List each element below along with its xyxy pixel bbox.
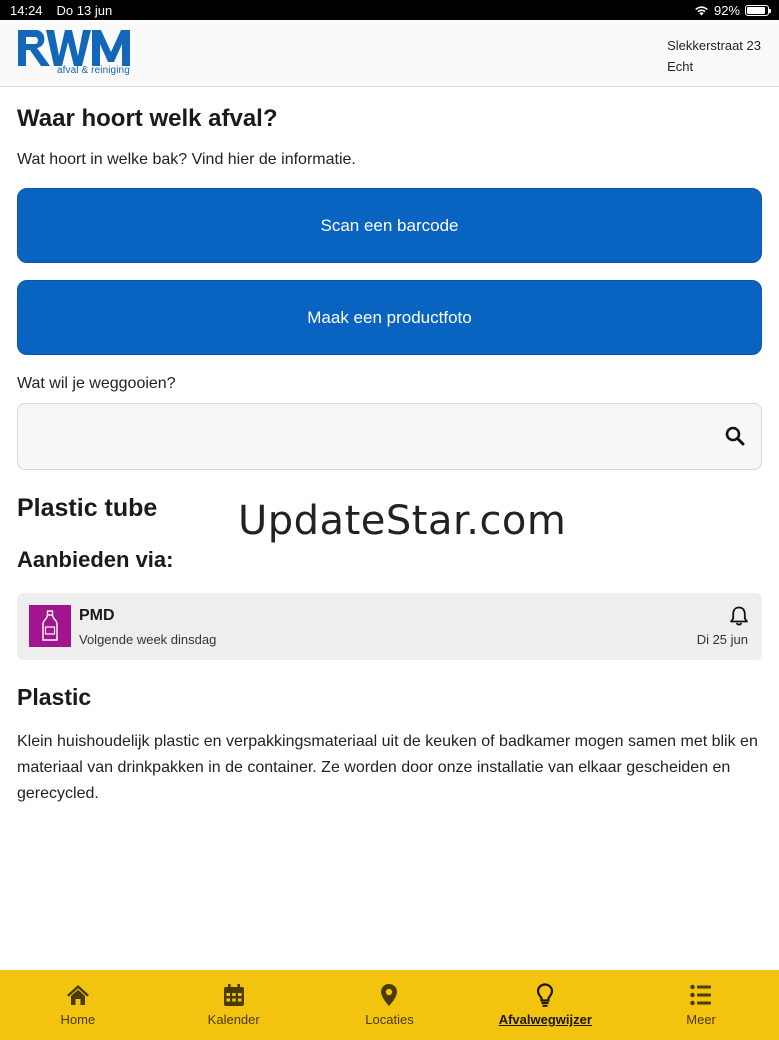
calendar-icon	[223, 984, 244, 1006]
battery-icon	[745, 4, 771, 16]
search-icon[interactable]	[725, 426, 745, 446]
tab-afvalwegwijzer-label: Afvalwegwijzer	[498, 1012, 592, 1027]
page-title: Waar hoort welk afval?	[17, 105, 278, 132]
watermark-text: UpdateStar.com	[238, 498, 567, 544]
battery-percentage: 92%	[713, 2, 740, 18]
address-block[interactable]: Slekkerstraat 23 Echt	[667, 35, 761, 77]
bottom-tab-bar: Home Kalender Locaties Afvalwegwijzer Me…	[0, 970, 779, 1040]
product-photo-button[interactable]: Maak een productfoto	[17, 280, 762, 355]
pmd-badge	[29, 605, 71, 647]
tab-kalender[interactable]: Kalender	[156, 970, 312, 1040]
tab-meer[interactable]: Meer	[623, 970, 779, 1040]
search-label: Wat wil je weggooien?	[17, 375, 176, 392]
home-icon	[66, 985, 89, 1005]
lightbulb-icon	[537, 983, 554, 1007]
rwm-logo-mark	[18, 30, 130, 66]
tab-meer-label: Meer	[686, 1012, 716, 1027]
pmd-schedule: Volgende week dinsdag	[79, 632, 217, 647]
address-city: Echt	[667, 59, 694, 74]
status-bar: 14:24 Do 13 jun 92%	[0, 0, 779, 20]
map-pin-icon	[381, 984, 398, 1006]
status-date: Do 13 jun	[56, 2, 113, 18]
tab-home-label: Home	[60, 1012, 96, 1027]
search-input[interactable]	[17, 403, 762, 470]
waste-category-title: Plastic	[17, 684, 92, 710]
menu-icon	[690, 984, 712, 1006]
bell-icon[interactable]	[728, 605, 750, 627]
tab-locaties-label: Locaties	[365, 1012, 414, 1027]
tab-locaties[interactable]: Locaties	[312, 970, 468, 1040]
tab-kalender-label: Kalender	[207, 1012, 260, 1027]
pmd-name: PMD	[79, 607, 115, 624]
main-content: Waar hoort welk afval? Wat hoort in welk…	[17, 87, 762, 807]
address-street: Slekkerstraat 23	[667, 38, 761, 53]
intro-text: Wat hoort in welke bak? Vind hier de inf…	[17, 151, 356, 168]
pmd-next-date: Di 25 jun	[696, 632, 748, 647]
scan-barcode-button[interactable]: Scan een barcode	[17, 188, 762, 263]
tab-afvalwegwijzer[interactable]: Afvalwegwijzer	[467, 970, 623, 1040]
app-header: afval & reiniging Slekkerstraat 23 Echt	[0, 20, 779, 87]
offer-heading: Aanbieden via:	[17, 547, 174, 572]
status-time: 14:24	[10, 2, 43, 18]
pmd-collection-card[interactable]: PMD Volgende week dinsdag Di 25 jun	[17, 593, 762, 660]
logo-subtitle: afval & reiniging	[57, 65, 130, 76]
tab-home[interactable]: Home	[0, 970, 156, 1040]
rwm-logo[interactable]: afval & reiniging	[16, 28, 134, 80]
wifi-icon	[695, 5, 708, 15]
scan-barcode-label: Scan een barcode	[320, 215, 459, 235]
product-photo-label: Maak een productfoto	[307, 307, 472, 327]
bottle-icon	[42, 610, 58, 641]
waste-category-description: Klein huishoudelijk plastic en verpakkin…	[17, 733, 758, 802]
